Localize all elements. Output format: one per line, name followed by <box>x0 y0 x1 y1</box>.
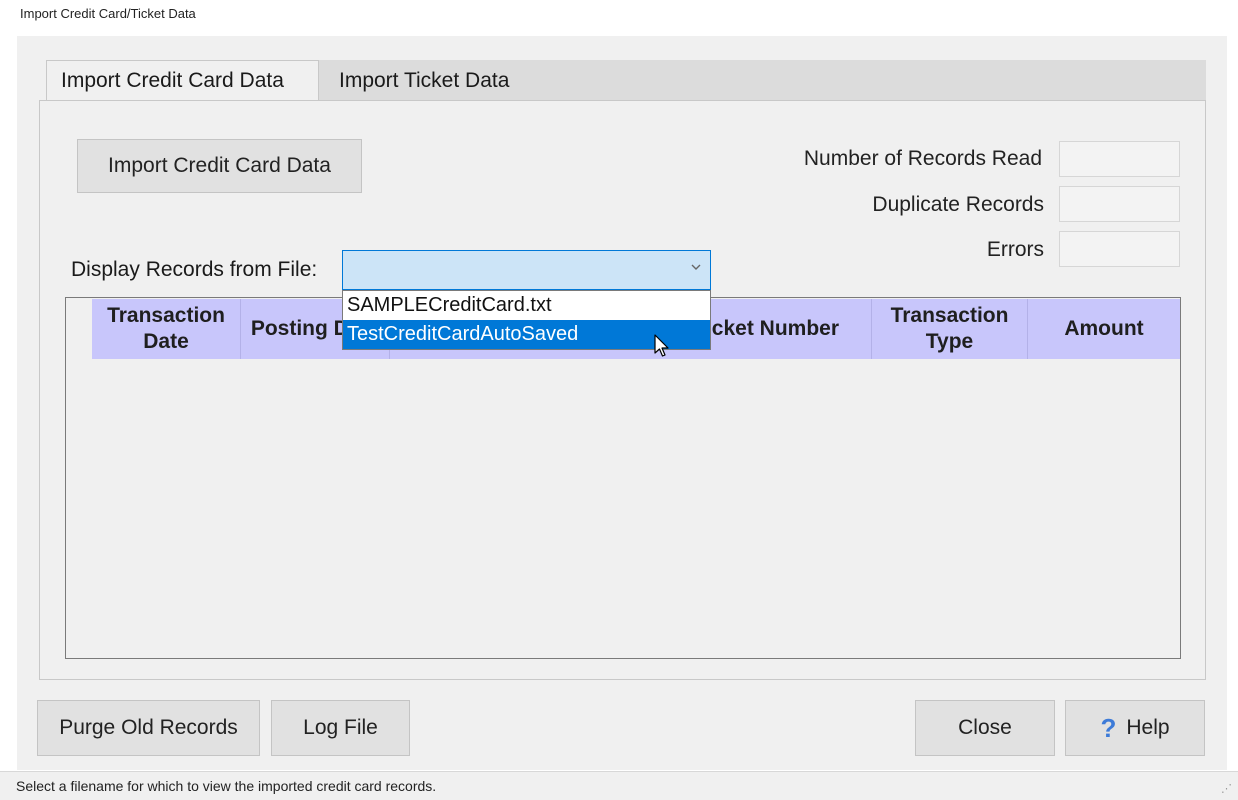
help-button[interactable]: ? Help <box>1065 700 1205 756</box>
column-header-transaction-date[interactable]: Transaction Date <box>92 299 241 359</box>
purge-old-records-button[interactable]: Purge Old Records <box>37 700 260 756</box>
errors-label: Errors <box>986 238 1044 261</box>
mouse-pointer-icon <box>654 334 670 363</box>
status-text: Select a filename for which to view the … <box>16 778 437 794</box>
question-mark-icon: ? <box>1100 712 1117 743</box>
help-button-label: Help <box>1126 716 1170 739</box>
records-read-field <box>1059 141 1180 177</box>
resize-grip-icon[interactable]: ⋰ <box>1221 782 1232 795</box>
errors-field <box>1059 231 1180 267</box>
window-title: Import Credit Card/Ticket Data <box>20 6 196 21</box>
close-button[interactable]: Close <box>915 700 1055 756</box>
column-header-amount[interactable]: Amount <box>1028 299 1180 359</box>
tab-import-credit-card-data[interactable]: Import Credit Card Data <box>46 60 319 102</box>
chevron-down-icon[interactable] <box>690 259 702 277</box>
file-select-label: Display Records from File: <box>71 258 318 281</box>
tab-import-ticket-data[interactable]: Import Ticket Data <box>325 61 545 101</box>
dropdown-option[interactable]: SAMPLECreditCard.txt <box>343 291 710 320</box>
duplicate-records-field <box>1059 186 1180 222</box>
duplicate-records-label: Duplicate Records <box>872 193 1044 216</box>
records-read-label: Number of Records Read <box>803 147 1042 170</box>
column-header-transaction-type[interactable]: Transaction Type <box>872 299 1028 359</box>
log-file-button[interactable]: Log File <box>271 700 410 756</box>
file-select-combobox[interactable] <box>342 250 711 290</box>
import-credit-card-data-button[interactable]: Import Credit Card Data <box>77 139 362 193</box>
